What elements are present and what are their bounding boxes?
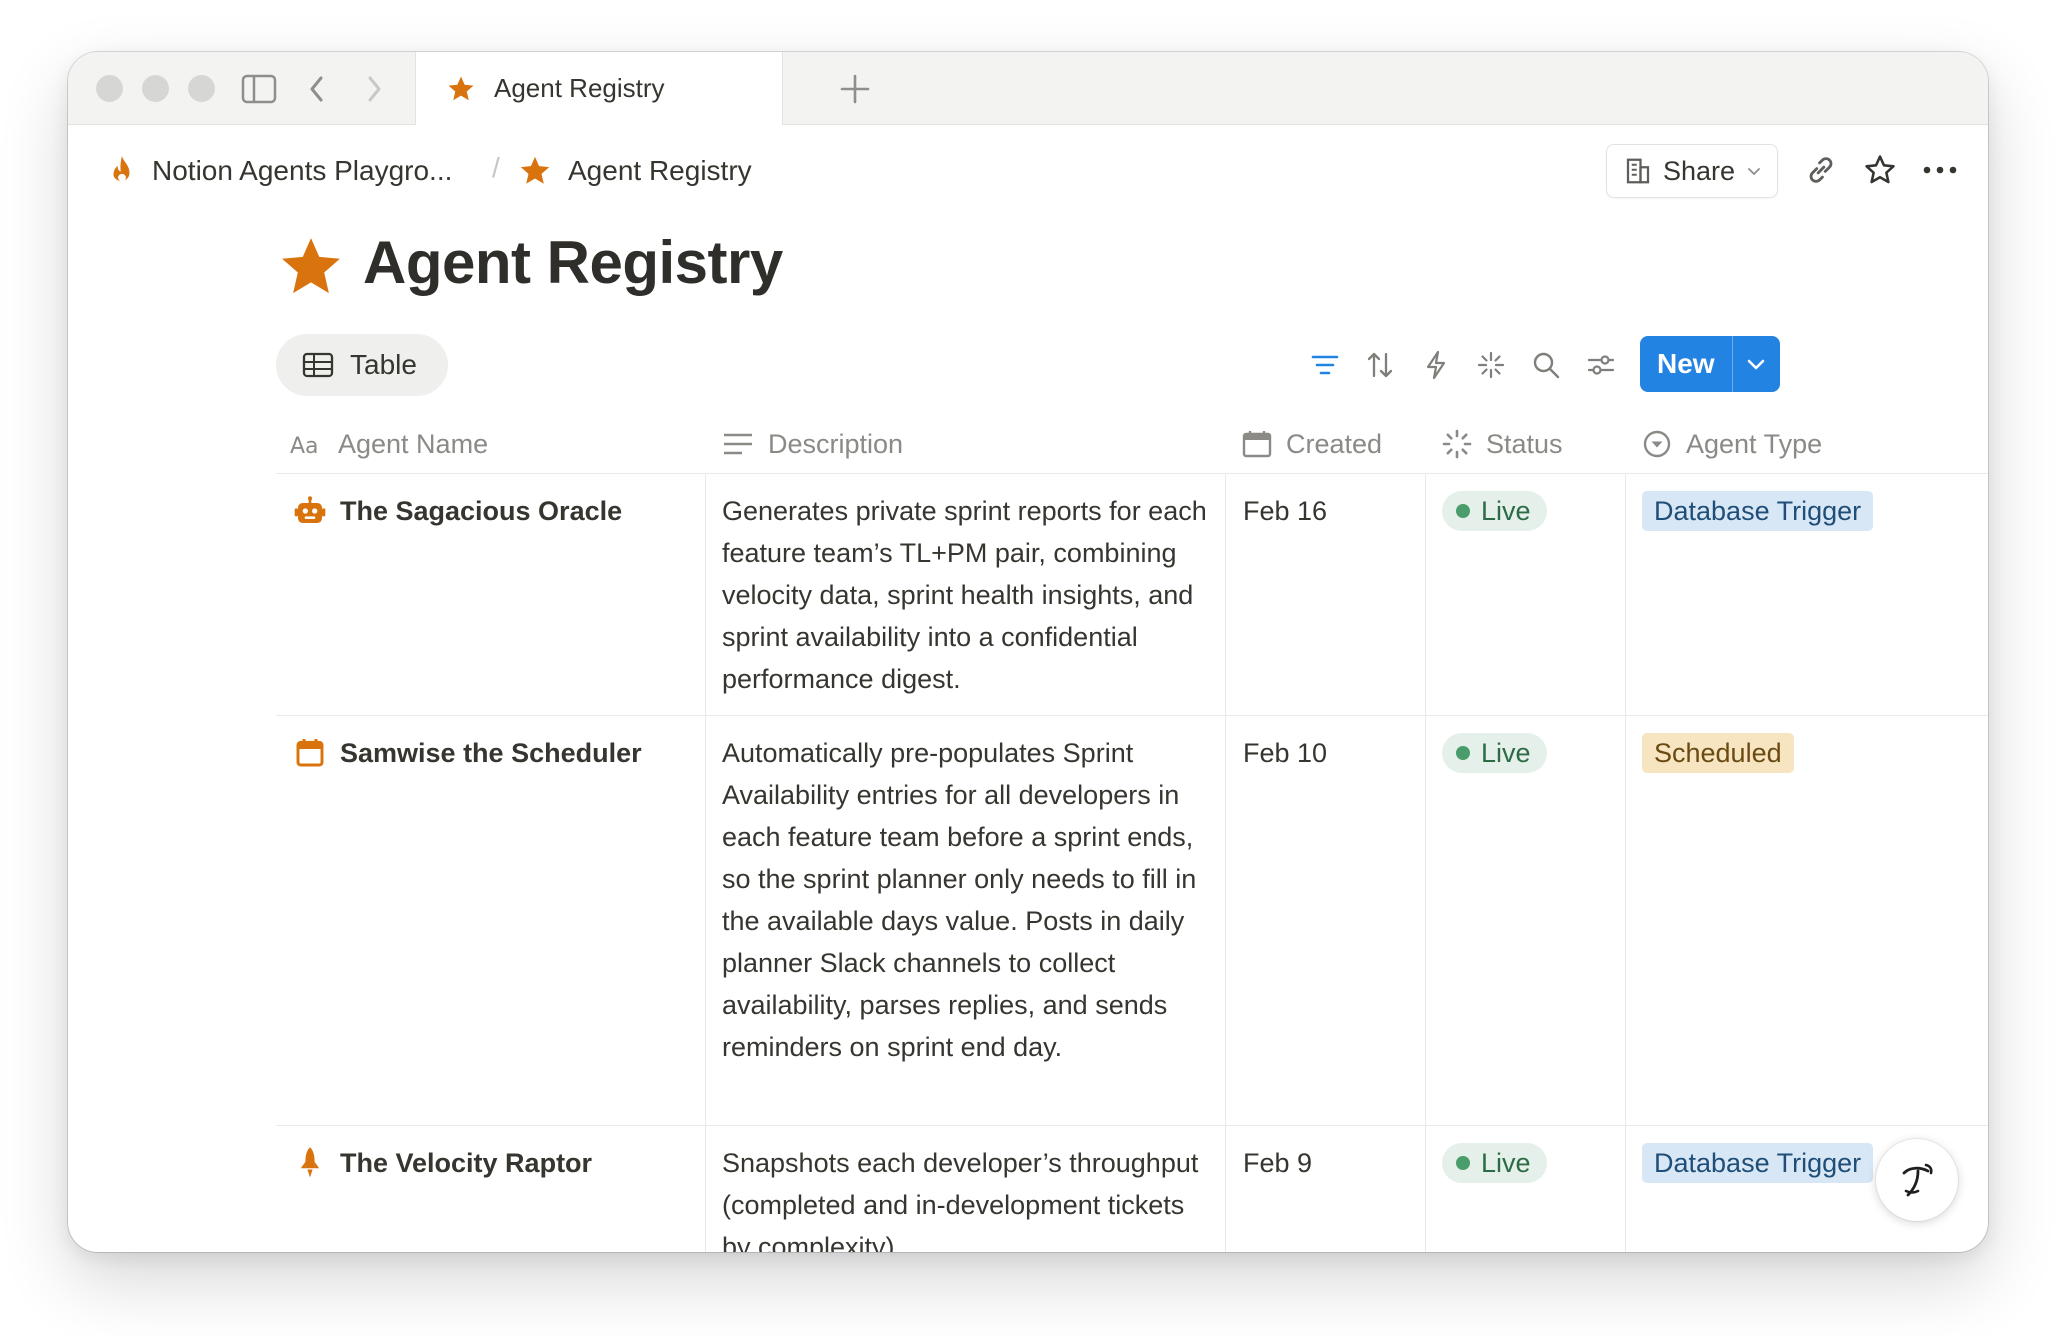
new-button-label: New — [1657, 348, 1715, 379]
share-button[interactable]: Share — [1606, 144, 1778, 198]
created-date: Feb 10 — [1243, 738, 1328, 768]
view-tab-table[interactable]: Table — [276, 334, 448, 396]
column-header-agent-name[interactable]: Aa Agent Name — [290, 420, 488, 468]
column-divider — [705, 473, 706, 1252]
tab-title: Agent Registry — [494, 73, 665, 103]
text-type-icon: Aa — [290, 434, 319, 456]
status-badge[interactable]: Live — [1442, 733, 1547, 773]
new-tab-button[interactable] — [835, 69, 875, 109]
status-label: Live — [1481, 1147, 1531, 1178]
breadcrumb-workspace-label: Notion Agents Playgro... — [152, 155, 453, 186]
share-label: Share — [1663, 155, 1736, 186]
notion-ai-button[interactable] — [1876, 1139, 1958, 1221]
agent-name: The Sagacious Oracle — [340, 495, 623, 526]
page-topbar: Notion Agents Playgro... / Agent Registr… — [68, 124, 1988, 216]
created-date: Feb 16 — [1243, 496, 1328, 526]
robot-icon — [294, 496, 326, 523]
status-badge[interactable]: Live — [1442, 491, 1547, 531]
minimize-window-button[interactable] — [142, 75, 169, 102]
agent-type-label: Database Trigger — [1654, 1147, 1862, 1178]
building-icon — [1626, 158, 1650, 184]
status-label: Live — [1481, 737, 1531, 768]
agent-name: Samwise the Scheduler — [340, 737, 642, 768]
status-icon — [1442, 429, 1472, 459]
status-badge[interactable]: Live — [1442, 1143, 1547, 1183]
column-header-status[interactable]: Status — [1442, 420, 1563, 468]
chevron-down-icon — [1748, 168, 1760, 176]
agent-name: The Velocity Raptor — [340, 1147, 593, 1178]
forward-icon[interactable] — [355, 70, 393, 108]
agent-description: Snapshots each developer’s throughput (c… — [722, 1148, 1199, 1252]
column-header-agent-type[interactable]: Agent Type — [1642, 420, 1822, 468]
table-row-name[interactable]: The Sagacious Oracle — [294, 490, 622, 532]
agent-type-label: Scheduled — [1654, 737, 1782, 768]
filter-icon[interactable] — [1306, 346, 1344, 384]
lightning-icon[interactable] — [1417, 346, 1455, 384]
agent-type-tag[interactable]: Database Trigger — [1642, 491, 1874, 531]
column-header-created[interactable]: Created — [1242, 420, 1382, 468]
ai-sparkle-icon[interactable] — [1472, 346, 1510, 384]
settings-sliders-icon[interactable] — [1582, 346, 1620, 384]
status-label: Live — [1481, 495, 1531, 526]
created-date: Feb 9 — [1243, 1148, 1313, 1178]
close-window-button[interactable] — [96, 75, 123, 102]
row-divider — [276, 715, 1988, 716]
tab-agent-registry[interactable]: Agent Registry — [415, 52, 783, 125]
agent-type-tag[interactable]: Scheduled — [1642, 733, 1794, 773]
breadcrumb-workspace[interactable]: Notion Agents Playgro... — [104, 152, 452, 190]
agent-type-tag[interactable]: Database Trigger — [1642, 1143, 1874, 1183]
new-options-chevron-icon[interactable] — [1740, 348, 1772, 380]
agent-type-label: Database Trigger — [1654, 495, 1862, 526]
column-divider — [1225, 473, 1226, 1252]
plus-icon — [840, 74, 870, 104]
column-divider — [1625, 473, 1626, 1252]
svg-text:Aa: Aa — [290, 434, 319, 456]
select-icon — [1643, 430, 1671, 458]
status-dot — [1456, 504, 1470, 518]
link-icon[interactable] — [1801, 150, 1841, 190]
more-options-icon[interactable] — [1920, 150, 1960, 190]
row-divider — [276, 1125, 1988, 1126]
table-row-name[interactable]: The Velocity Raptor — [294, 1142, 592, 1184]
search-icon[interactable] — [1527, 346, 1565, 384]
breadcrumb-page[interactable]: Agent Registry — [518, 152, 752, 190]
breadcrumb-page-label: Agent Registry — [568, 155, 752, 186]
column-header-label: Description — [768, 428, 904, 459]
calendar-icon — [296, 739, 324, 767]
status-dot — [1456, 746, 1470, 760]
new-button-divider — [1732, 336, 1733, 392]
favorite-star-icon[interactable] — [1860, 150, 1900, 190]
star-icon — [448, 76, 474, 100]
calendar-icon — [1242, 431, 1272, 458]
table-icon — [302, 352, 334, 378]
column-header-description[interactable]: Description — [722, 420, 903, 468]
star-icon — [520, 156, 550, 184]
browser-window: Agent Registry Notion Agents Playgro... … — [68, 52, 1988, 1252]
column-header-label: Created — [1286, 428, 1383, 459]
lines-icon — [724, 433, 752, 455]
column-header-label: Status — [1486, 428, 1563, 459]
table-row-name[interactable]: Samwise the Scheduler — [294, 732, 642, 774]
column-header-label: Agent Name — [338, 428, 489, 459]
column-header-label: Agent Type — [1686, 428, 1823, 459]
breadcrumb-separator: / — [492, 152, 500, 183]
back-icon[interactable] — [298, 70, 336, 108]
row-divider — [276, 473, 1988, 474]
sort-icon[interactable] — [1361, 346, 1399, 384]
rocket-icon — [300, 1147, 320, 1178]
fire-icon — [113, 156, 130, 182]
tab-bar: Agent Registry — [68, 52, 1988, 125]
sidebar-toggle-icon[interactable] — [240, 70, 278, 108]
new-button[interactable]: New — [1640, 336, 1780, 392]
view-tab-label: Table — [350, 349, 417, 380]
page-title[interactable]: Agent Registry — [363, 228, 783, 297]
status-dot — [1456, 1156, 1470, 1170]
agent-description: Automatically pre-populates Sprint Avail… — [722, 738, 1197, 1062]
notion-ai-face-icon — [1902, 1163, 1933, 1197]
agent-description: Generates private sprint reports for eac… — [722, 496, 1207, 694]
page-star-icon[interactable] — [278, 234, 344, 300]
column-divider — [1425, 473, 1426, 1252]
zoom-window-button[interactable] — [188, 75, 215, 102]
